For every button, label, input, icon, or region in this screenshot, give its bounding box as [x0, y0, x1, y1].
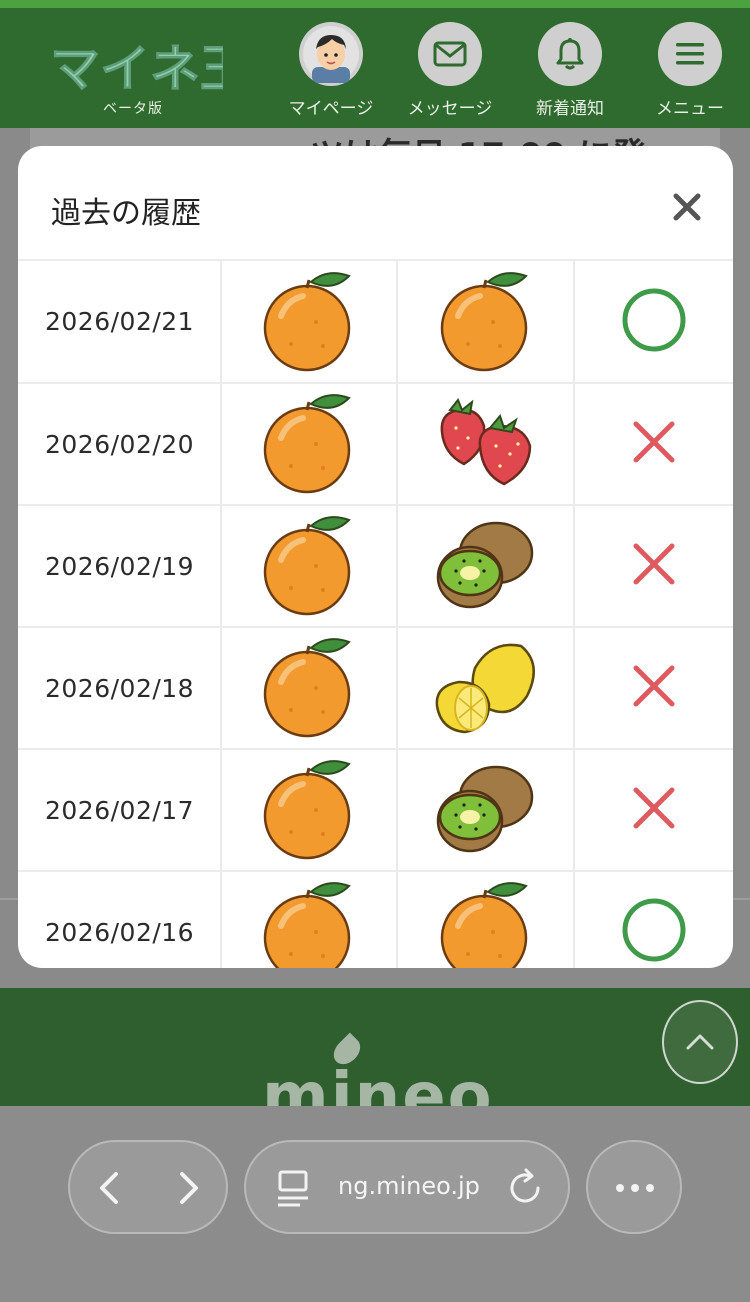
history-answer [397, 261, 575, 384]
chevron-up-icon [686, 1034, 714, 1050]
history-date: 2026/02/19 [18, 505, 222, 628]
history-date: 2026/02/16 [18, 871, 222, 968]
table-row: 2026/02/18 [18, 627, 733, 750]
close-icon[interactable] [666, 186, 708, 228]
nav-menu[interactable]: メニュー [635, 22, 745, 122]
avatar-icon [303, 26, 359, 83]
beta-label: ベータ版 [103, 101, 163, 117]
history-answer [397, 749, 575, 872]
modal-title: 過去の履歴 [51, 196, 201, 231]
table-row: 2026/02/19 [18, 505, 733, 628]
browser-nav-group [68, 1140, 228, 1234]
menu-button[interactable] [658, 22, 722, 86]
history-pick [221, 505, 398, 628]
page: マイネ王 ベータ版 マイページ [0, 0, 750, 1302]
reload-icon[interactable] [510, 1168, 540, 1203]
history-answer [397, 627, 575, 750]
forward-icon[interactable] [180, 1172, 198, 1204]
history-pick [221, 871, 398, 968]
history-result [574, 627, 733, 750]
bell-icon [556, 38, 584, 70]
site-logo-text: マイネ王 [50, 40, 223, 96]
orange-icon [263, 516, 351, 616]
site-logo[interactable]: マイネ王 [48, 36, 224, 97]
orange-icon [440, 882, 528, 968]
history-answer [397, 505, 575, 628]
history-date: 2026/02/20 [18, 383, 222, 506]
notifications-button[interactable] [538, 22, 602, 86]
orange-icon [263, 638, 351, 738]
nav-notifications[interactable]: 新着通知 [515, 22, 625, 122]
orange-icon [440, 271, 528, 371]
history-result [574, 261, 733, 384]
lemon-icon [435, 643, 535, 734]
kiwi-icon [436, 521, 533, 609]
top-accent-strip [0, 0, 750, 8]
correct-circle-icon [622, 898, 686, 962]
nav-menu-label: メニュー [656, 99, 724, 119]
history-date: 2026/02/17 [18, 749, 222, 872]
history-answer [397, 871, 575, 968]
table-row: 2026/02/17 [18, 749, 733, 872]
orange-icon [263, 271, 351, 371]
wrong-cross-icon [633, 665, 675, 707]
history-result [574, 871, 733, 968]
orange-icon [263, 394, 351, 494]
messages-button[interactable] [418, 22, 482, 86]
back-icon[interactable] [100, 1172, 118, 1204]
nav-mypage[interactable]: マイページ [276, 22, 386, 122]
browser-nav-icons [100, 1172, 198, 1204]
history-pick [221, 749, 398, 872]
history-result [574, 505, 733, 628]
table-row: 2026/02/21 [18, 261, 733, 384]
history-pick [221, 383, 398, 506]
strawberry-icon [440, 398, 531, 486]
wrong-cross-icon [633, 421, 675, 463]
nav-notifications-label: 新着通知 [536, 99, 604, 119]
wrong-cross-icon [633, 543, 675, 585]
history-pick [221, 261, 398, 384]
history-answer [397, 383, 575, 506]
orange-icon [263, 882, 351, 968]
history-table-wrap: 2026/02/21 2026/02/20 2026/02/19 2026/02/18… [18, 259, 733, 968]
url-text[interactable]: ng.mineo.jp [338, 1172, 480, 1200]
table-row: 2026/02/16 [18, 871, 733, 968]
nav-mypage-label: マイページ [288, 99, 374, 119]
nav-messages-label: メッセージ [407, 99, 493, 119]
history-table: 2026/02/21 2026/02/20 2026/02/19 2026/02/18… [18, 261, 733, 968]
scroll-to-top-button[interactable] [662, 1000, 738, 1084]
history-modal: 過去の履歴 2026/02/21 2026/02/20 2026/02/19 2026… [18, 146, 733, 968]
nav-messages[interactable]: メッセージ [395, 22, 505, 122]
history-pick [221, 627, 398, 750]
orange-icon [263, 760, 351, 860]
history-date: 2026/02/21 [18, 261, 222, 384]
wrong-cross-icon [633, 787, 675, 829]
table-row: 2026/02/20 [18, 383, 733, 506]
correct-circle-icon [622, 288, 686, 351]
history-result [574, 749, 733, 872]
more-icon [616, 1184, 654, 1192]
reader-mode-icon[interactable] [278, 1170, 308, 1207]
hamburger-icon [676, 43, 704, 65]
history-date: 2026/02/18 [18, 627, 222, 750]
site-header: マイネ王 ベータ版 マイページ [0, 8, 750, 128]
avatar[interactable] [299, 22, 363, 86]
more-button[interactable] [586, 1140, 682, 1234]
kiwi-icon [436, 765, 533, 853]
history-result [574, 383, 733, 506]
mail-icon [433, 41, 467, 67]
